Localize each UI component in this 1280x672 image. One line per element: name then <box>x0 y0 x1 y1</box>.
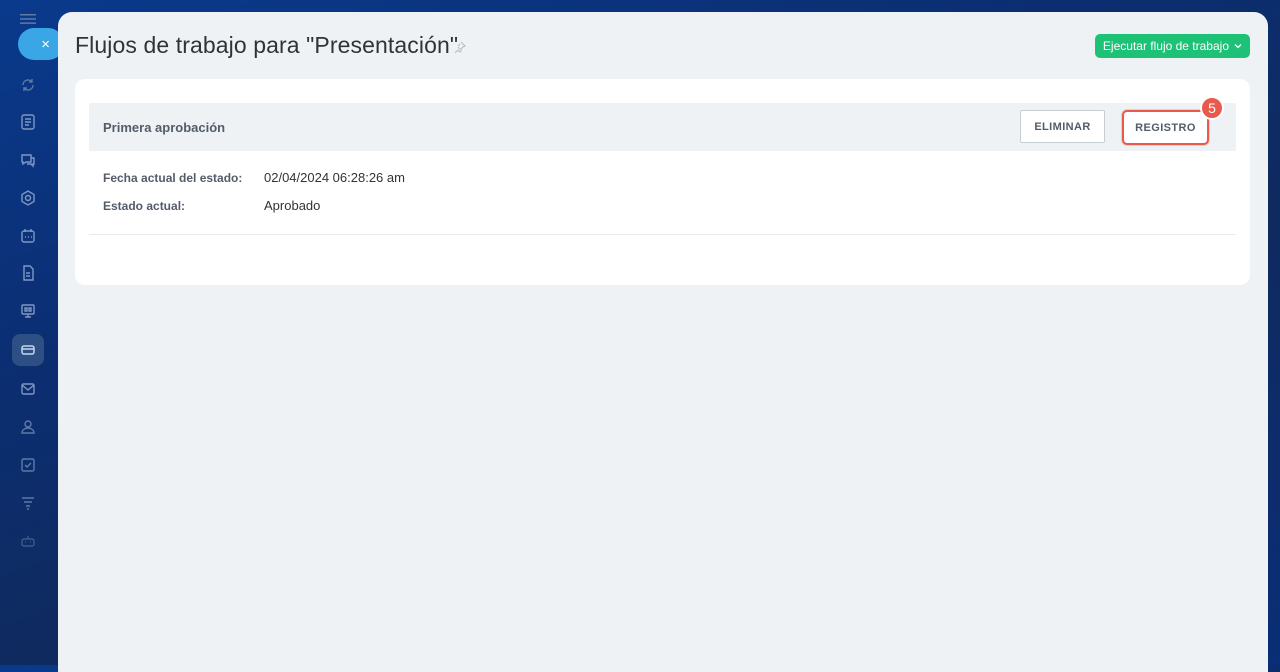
close-icon: × <box>41 35 50 53</box>
delete-button[interactable]: ELIMINAR <box>1020 110 1105 143</box>
left-sidebar: × <box>0 0 64 665</box>
status-date-label: Fecha actual del estado: <box>103 171 243 185</box>
robot-icon[interactable] <box>12 525 44 557</box>
step-badge: 5 <box>1200 96 1224 120</box>
workflow-name: Primera aprobación <box>103 120 226 135</box>
page-title: Flujos de trabajo para "Presentación" <box>75 32 459 58</box>
pin-icon[interactable] <box>454 41 466 53</box>
run-workflow-button[interactable]: Ejecutar flujo de trabajo <box>1094 34 1250 58</box>
workflow-header: Primera aprobación ELIMINAR REGISTRO 5 <box>89 96 1236 151</box>
filter-icon[interactable] <box>12 487 44 519</box>
divider <box>89 234 1236 235</box>
run-workflow-label: Ejecutar flujo de trabajo <box>1102 39 1229 53</box>
hexagon-icon[interactable] <box>12 182 44 214</box>
workflow-card: Primera aprobación ELIMINAR REGISTRO 5 F… <box>75 79 1250 285</box>
workflow-slider-panel: Flujos de trabajo para "Presentación" Ej… <box>58 12 1268 672</box>
presentation-icon[interactable] <box>12 295 44 327</box>
calendar-icon[interactable] <box>12 220 44 252</box>
mail-icon[interactable] <box>12 373 44 405</box>
refresh-icon[interactable] <box>12 69 44 101</box>
current-status-value: Aprobado <box>264 198 321 213</box>
contacts-icon[interactable] <box>12 411 44 443</box>
crm-icon[interactable] <box>12 334 44 366</box>
status-date-value: 02/04/2024 06:28:26 am <box>264 170 405 185</box>
document-icon[interactable] <box>12 257 44 289</box>
current-status-label: Estado actual: <box>103 199 186 213</box>
log-button[interactable]: REGISTRO <box>1122 110 1209 145</box>
chat-icon[interactable] <box>12 144 44 176</box>
chevron-down-icon <box>1234 44 1242 49</box>
news-icon[interactable] <box>12 106 44 138</box>
tasks-icon[interactable] <box>12 449 44 481</box>
hamburger-menu-icon[interactable] <box>20 14 36 24</box>
